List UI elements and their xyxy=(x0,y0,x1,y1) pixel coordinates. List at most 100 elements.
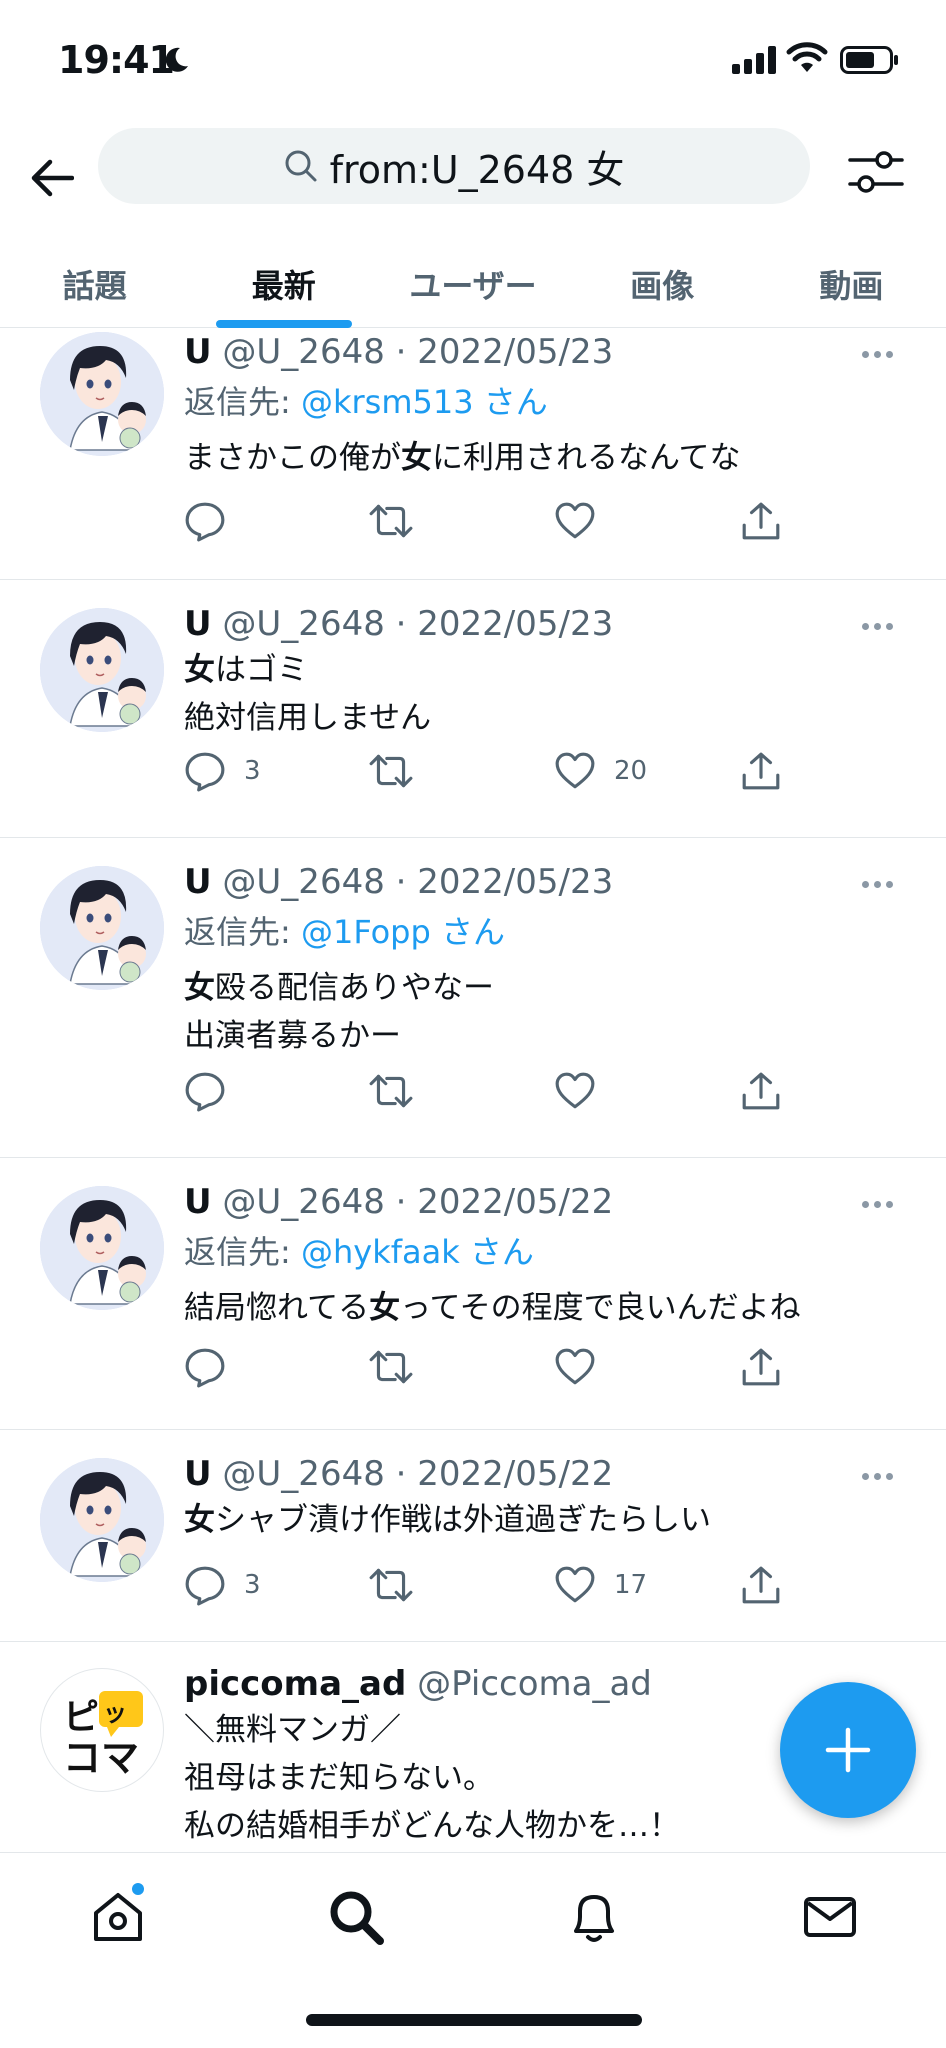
retweet-button[interactable] xyxy=(368,750,414,792)
more-dots-icon[interactable] xyxy=(862,616,902,636)
reply-to-line: 返信先: @krsm513 さん xyxy=(184,383,548,421)
tweet-card[interactable]: U @U_2648 · 2022/05/23 女はゴミ 絶対信用しません 3 2… xyxy=(0,580,946,838)
reply-button[interactable] xyxy=(184,1346,226,1388)
tab-videos[interactable]: 動画 xyxy=(757,240,946,327)
share-icon xyxy=(740,1070,782,1112)
search-icon xyxy=(330,1891,384,1945)
avatar[interactable] xyxy=(40,866,164,990)
avatar[interactable] xyxy=(40,1458,164,1582)
reply-mention[interactable]: @1Fopp xyxy=(301,913,431,951)
more-dots-icon[interactable] xyxy=(862,344,902,364)
more-dots-icon[interactable] xyxy=(862,1194,902,1214)
reply-mention[interactable]: @hykfaak xyxy=(301,1233,460,1271)
tweet-text-line: 絶対信用しません xyxy=(184,700,432,736)
tweet-date[interactable]: 2022/05/22 xyxy=(417,1454,613,1494)
envelope-icon xyxy=(804,1897,856,1937)
heart-icon xyxy=(554,1564,596,1606)
avatar[interactable]: ピ ッ コマ xyxy=(40,1668,164,1792)
tab-photos[interactable]: 画像 xyxy=(568,240,757,327)
nav-messages[interactable] xyxy=(800,1887,860,1947)
reply-button[interactable]: 3 xyxy=(184,1564,261,1606)
more-dots-icon[interactable] xyxy=(862,1466,902,1486)
user-handle[interactable]: @U_2648 xyxy=(222,862,384,902)
tweet-text: 女シャブ漬け作戦は外道過ぎたらしい xyxy=(184,1502,711,1538)
retweet-icon xyxy=(368,1564,414,1606)
home-icon xyxy=(94,1893,142,1941)
svg-text:コマ: コマ xyxy=(63,1736,139,1780)
retweet-button[interactable] xyxy=(368,1564,414,1606)
tweet-card[interactable]: U @U_2648 · 2022/05/23 返信先: @krsm513 さん … xyxy=(0,330,946,580)
search-tabs: 話題 最新 ユーザー 画像 動画 xyxy=(0,240,946,328)
nav-explore[interactable] xyxy=(326,1887,386,1947)
svg-text:ッ: ッ xyxy=(103,1699,127,1727)
retweet-button[interactable] xyxy=(368,500,414,542)
like-button[interactable]: 20 xyxy=(554,750,647,792)
share-button[interactable] xyxy=(740,1346,782,1388)
tweet-date[interactable]: 2022/05/22 xyxy=(417,1182,613,1222)
reply-mention[interactable]: @krsm513 xyxy=(301,383,474,421)
reply-button[interactable]: 3 xyxy=(184,750,261,792)
share-button[interactable] xyxy=(740,750,782,792)
tab-people[interactable]: ユーザー xyxy=(378,240,567,327)
reply-button[interactable] xyxy=(184,1070,226,1112)
display-name[interactable]: piccoma_ad xyxy=(184,1664,406,1704)
tweet-text-line: 私の結婚相手がどんな人物かを…！ xyxy=(184,1808,680,1844)
display-name[interactable]: U xyxy=(184,1182,212,1222)
back-button[interactable] xyxy=(24,150,80,206)
nav-home[interactable] xyxy=(88,1883,148,1947)
tweet-header: U @U_2648 · 2022/05/23 xyxy=(184,332,614,372)
cellular-signal-icon xyxy=(732,46,776,74)
user-handle[interactable]: @U_2648 xyxy=(222,604,384,644)
like-button[interactable] xyxy=(554,500,596,542)
display-name[interactable]: U xyxy=(184,604,212,644)
sliders-icon[interactable] xyxy=(846,142,906,202)
display-name[interactable]: U xyxy=(184,332,212,372)
reply-to-line: 返信先: @1Fopp さん xyxy=(184,913,505,951)
avatar[interactable] xyxy=(40,332,164,456)
display-name[interactable]: U xyxy=(184,1454,212,1494)
tweet-card[interactable]: U @U_2648 · 2022/05/22 女シャブ漬け作戦は外道過ぎたらしい… xyxy=(0,1430,946,1642)
piccoma-logo: ピ ッ コマ xyxy=(63,1691,143,1780)
tweet-actions xyxy=(184,500,844,550)
search-input[interactable]: from:U_2648 女 xyxy=(98,128,810,204)
tweet-header: U @U_2648 · 2022/05/22 xyxy=(184,1182,614,1222)
like-button[interactable] xyxy=(554,1070,596,1112)
svg-text:ピ: ピ xyxy=(63,1697,99,1738)
tab-latest[interactable]: 最新 xyxy=(189,240,378,327)
tweet-date[interactable]: 2022/05/23 xyxy=(417,862,613,902)
retweet-button[interactable] xyxy=(368,1346,414,1388)
tweet-card[interactable]: U @U_2648 · 2022/05/23 返信先: @1Fopp さん 女殴… xyxy=(0,838,946,1158)
reply-button[interactable] xyxy=(184,500,226,542)
user-handle[interactable]: @U_2648 xyxy=(222,332,384,372)
tweet-text: 女はゴミ xyxy=(184,652,308,688)
nav-notifications[interactable] xyxy=(564,1887,624,1947)
user-handle[interactable]: @U_2648 xyxy=(222,1182,384,1222)
tweet-timeline: U @U_2648 · 2022/05/23 返信先: @krsm513 さん … xyxy=(0,330,946,1862)
like-button[interactable]: 17 xyxy=(554,1564,647,1606)
like-count: 17 xyxy=(614,1570,648,1600)
compose-tweet-button[interactable] xyxy=(780,1682,916,1818)
like-button[interactable] xyxy=(554,1346,596,1388)
tweet-date[interactable]: 2022/05/23 xyxy=(417,604,613,644)
share-button[interactable] xyxy=(740,1070,782,1112)
tweet-header: U @U_2648 · 2022/05/23 xyxy=(184,604,614,644)
comment-icon xyxy=(184,500,226,542)
reply-count: 3 xyxy=(244,1570,261,1600)
avatar[interactable] xyxy=(40,608,164,732)
share-button[interactable] xyxy=(740,1564,782,1606)
avatar[interactable] xyxy=(40,1186,164,1310)
more-dots-icon[interactable] xyxy=(862,874,902,894)
user-handle[interactable]: @U_2648 xyxy=(222,1454,384,1494)
tab-top[interactable]: 話題 xyxy=(0,240,189,327)
user-handle[interactable]: @Piccoma_ad xyxy=(417,1664,652,1704)
tweet-date[interactable]: 2022/05/23 xyxy=(417,332,613,372)
tweet-card[interactable]: U @U_2648 · 2022/05/22 返信先: @hykfaak さん … xyxy=(0,1158,946,1430)
retweet-icon xyxy=(368,1070,414,1112)
retweet-button[interactable] xyxy=(368,1070,414,1112)
search-icon xyxy=(284,149,318,183)
retweet-icon xyxy=(368,500,414,542)
share-button[interactable] xyxy=(740,500,782,542)
home-indicator xyxy=(306,2014,642,2026)
reply-count: 3 xyxy=(244,756,261,786)
display-name[interactable]: U xyxy=(184,862,212,902)
